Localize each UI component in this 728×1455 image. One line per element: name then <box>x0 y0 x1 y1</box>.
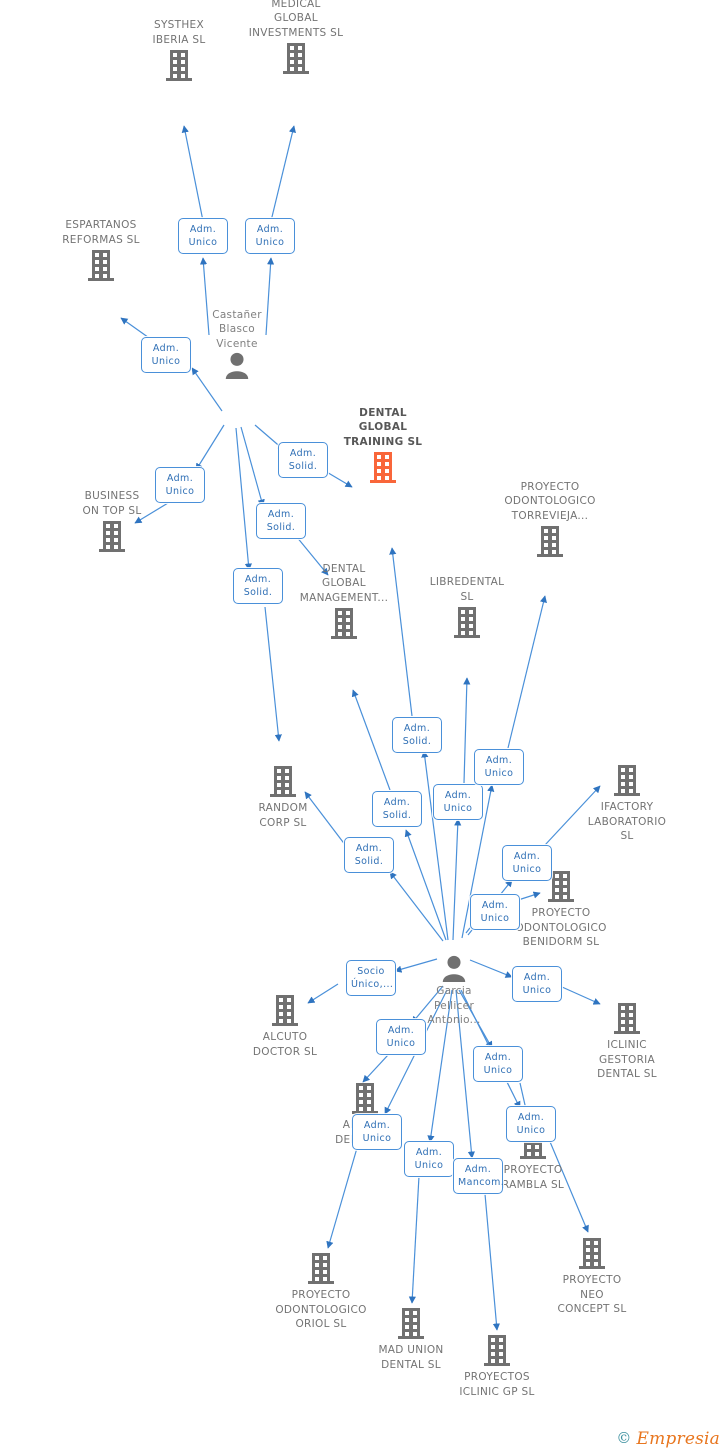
building-icon-wrap <box>490 525 610 559</box>
building-icon-wrap <box>223 765 343 799</box>
node-label: RANDOM CORP SL <box>258 802 308 829</box>
edge-label-garcia-to-oriol[interactable]: Adm. Unico <box>352 1114 402 1150</box>
building-icon-wrap <box>323 451 443 485</box>
graph-node-systhex[interactable]: SYSTHEX IBERIA SL <box>119 18 239 83</box>
edge-label-garcia-to-libredental[interactable]: Adm. Unico <box>433 784 483 820</box>
building-icon <box>579 1238 605 1269</box>
building-icon <box>99 521 125 552</box>
edge-label-castaner-to-dgtraining[interactable]: Adm. Solid. <box>278 442 328 478</box>
building-icon-wrap <box>407 606 527 640</box>
building-icon-wrap <box>225 994 345 1028</box>
node-label: PROYECTO NEO CONCEPT SL <box>557 1274 627 1315</box>
building-icon-wrap <box>41 249 161 283</box>
node-label: ICLINIC GESTORIA DENTAL SL <box>597 1039 657 1080</box>
brand-name: Empresia <box>636 1429 720 1449</box>
edge-label-castaner-to-systhex[interactable]: Adm. Unico <box>178 218 228 254</box>
building-icon <box>352 1083 378 1114</box>
copyright-symbol: © <box>616 1429 632 1447</box>
graph-node-iclinicgp[interactable]: PROYECTOS ICLINIC GP SL <box>437 1334 557 1401</box>
node-label: BUSINESS ON TOP SL <box>82 490 142 517</box>
building-icon <box>614 765 640 796</box>
building-icon <box>614 1003 640 1034</box>
edge-label-garcia-to-dgmanagement[interactable]: Adm. Solid. <box>372 791 422 827</box>
building-icon-wrap <box>437 1334 557 1368</box>
building-icon <box>272 995 298 1026</box>
node-label: MEDICAL GLOBAL INVESTMENTS SL <box>248 0 344 39</box>
edge-label-garcia-to-alcutodental[interactable]: Adm. Unico <box>376 1019 426 1055</box>
graph-node-dgtraining[interactable]: DENTAL GLOBAL TRAINING SL <box>323 406 443 486</box>
building-icon <box>454 607 480 638</box>
edge-label-garcia-to-madunion[interactable]: Adm. Unico <box>404 1141 454 1177</box>
edge-label-garcia-to-alcutodoctor[interactable]: Socio Único,... <box>346 960 396 996</box>
graph-node-espartanos[interactable]: ESPARTANOS REFORMAS SL <box>41 218 161 283</box>
graph-node-garcia[interactable]: Garcia Pellicer Antonio... <box>394 954 514 1028</box>
graph-node-libredental[interactable]: LIBREDENTAL SL <box>407 575 527 640</box>
building-icon-wrap <box>119 49 239 83</box>
building-icon-wrap <box>305 1082 425 1116</box>
node-label: DENTAL GLOBAL TRAINING SL <box>343 406 423 448</box>
building-icon <box>308 1253 334 1284</box>
edge-label-garcia-to-torrevieja[interactable]: Adm. Unico <box>474 749 524 785</box>
node-label: ESPARTANOS REFORMAS SL <box>62 219 140 246</box>
building-icon-wrap <box>567 1002 687 1036</box>
person-icon-wrap <box>177 351 297 379</box>
building-icon-wrap <box>532 1237 652 1271</box>
building-icon <box>370 452 396 483</box>
edge-label-garcia-to-ifactory[interactable]: Adm. Unico <box>502 845 552 881</box>
graph-node-castaner[interactable]: Castañer Blasco Vicente <box>177 308 297 379</box>
graph-node-ifactory[interactable]: IFACTORY LABORATORIO SL <box>567 764 687 846</box>
building-icon-wrap <box>567 764 687 798</box>
corporate-relationship-graph: SYSTHEX IBERIA SL MEDICAL GLOBAL INVESTME… <box>0 0 728 1455</box>
building-icon <box>166 50 192 81</box>
edge-label-garcia-to-rambla[interactable]: Adm. Unico <box>473 1046 523 1082</box>
graph-node-dgmanagement[interactable]: DENTAL GLOBAL MANAGEMENT... <box>284 562 404 642</box>
graph-node-torrevieja[interactable]: PROYECTO ODONTOLOGICO TORREVIEJA... <box>490 480 610 560</box>
graph-node-random[interactable]: RANDOM CORP SL <box>223 765 343 832</box>
building-icon <box>331 608 357 639</box>
edge-label-garcia-to-benidorm[interactable]: Adm. Unico <box>470 894 520 930</box>
building-icon <box>283 43 309 74</box>
edge-label-garcia-to-random[interactable]: Adm. Solid. <box>344 837 394 873</box>
graph-node-medglobal[interactable]: MEDICAL GLOBAL INVESTMENTS SL <box>236 0 356 76</box>
graph-node-iclinicgest[interactable]: ICLINIC GESTORIA DENTAL SL <box>567 1002 687 1084</box>
edge-label-castaner-to-espartanos[interactable]: Adm. Unico <box>141 337 191 373</box>
building-icon-wrap <box>261 1252 381 1286</box>
node-label: LIBREDENTAL SL <box>429 576 505 603</box>
edge-label-garcia-to-iclinicgp[interactable]: Adm. Mancom. <box>453 1158 504 1194</box>
building-icon <box>398 1308 424 1339</box>
edge-label-castaner-to-dgmanagement[interactable]: Adm. Solid. <box>256 503 306 539</box>
edge-label-garcia-to-neoconcept[interactable]: Adm. Unico <box>506 1106 556 1142</box>
person-icon <box>225 352 249 379</box>
node-label: ALCUTO DOCTOR SL <box>252 1031 318 1058</box>
building-icon <box>484 1335 510 1366</box>
building-icon <box>270 766 296 797</box>
building-icon <box>537 526 563 557</box>
node-label: IFACTORY LABORATORIO SL <box>587 801 667 842</box>
node-label: PROYECTOS ICLINIC GP SL <box>459 1371 535 1398</box>
node-label: PROYECTO ODONTOLOGICO TORREVIEJA... <box>504 480 596 522</box>
building-icon-wrap <box>52 520 172 554</box>
node-label: DENTAL GLOBAL MANAGEMENT... <box>299 562 389 604</box>
edge-label-castaner-to-businessontop[interactable]: Adm. Unico <box>155 467 205 503</box>
building-icon-wrap <box>284 607 404 641</box>
empresia-watermark: © Empresia <box>616 1429 720 1449</box>
building-icon-wrap <box>236 42 356 76</box>
node-label: SYSTHEX IBERIA SL <box>152 19 206 46</box>
graph-node-alcutodoctor[interactable]: ALCUTO DOCTOR SL <box>225 994 345 1061</box>
edge-label-garcia-to-dgtraining[interactable]: Adm. Solid. <box>392 717 442 753</box>
graph-node-neoconcept[interactable]: PROYECTO NEO CONCEPT SL <box>532 1237 652 1319</box>
building-icon <box>88 250 114 281</box>
person-icon <box>442 955 466 982</box>
person-icon-wrap <box>394 954 514 982</box>
edge-label-castaner-to-medglobal[interactable]: Adm. Unico <box>245 218 295 254</box>
graph-node-businessontop[interactable]: BUSINESS ON TOP SL <box>52 489 172 554</box>
node-label: Castañer Blasco Vicente <box>212 308 262 350</box>
edge-label-garcia-to-iclinicgest[interactable]: Adm. Unico <box>512 966 562 1002</box>
edge-label-castaner-to-random[interactable]: Adm. Solid. <box>233 568 283 604</box>
